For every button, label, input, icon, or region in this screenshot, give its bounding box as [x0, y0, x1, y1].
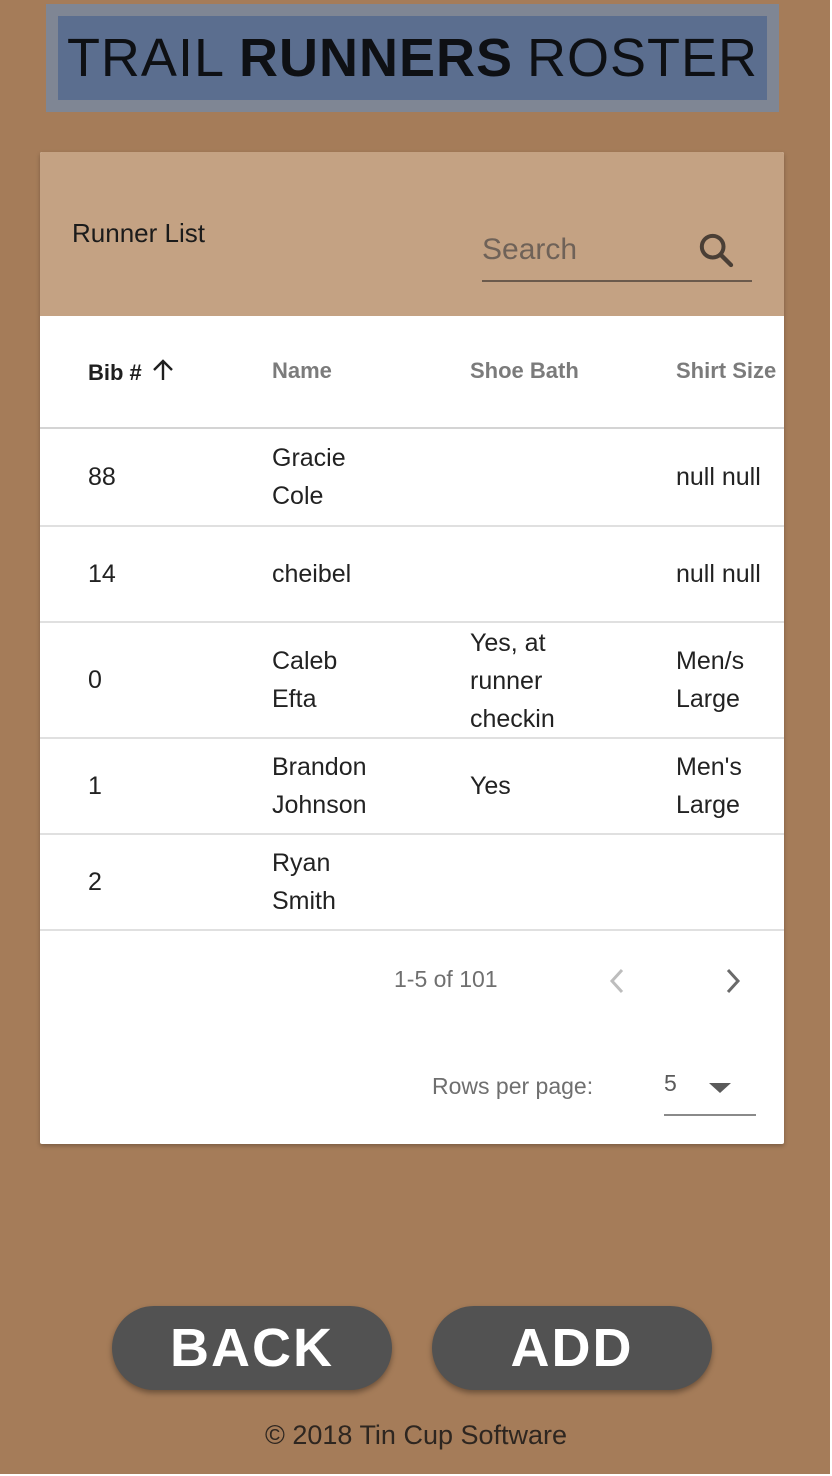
app-title: TRAIL RUNNERS ROSTER [58, 16, 767, 100]
cell-shirt-size: Men's Large [676, 748, 784, 824]
search-input[interactable] [482, 226, 692, 274]
caret-down-icon [709, 1083, 731, 1093]
arrow-up-icon [153, 359, 173, 380]
cell-line: Gracie [272, 444, 346, 472]
cell-name: cheibel [272, 560, 352, 588]
cell-shirt-size: Men/s Large [676, 642, 784, 718]
cell-line: Large [676, 685, 740, 713]
rows-per-page-select[interactable]: 5 [664, 1056, 756, 1116]
pagination: 1-5 of 101 Rows per page: 5 [40, 932, 784, 1144]
title-part-1: TRAIL [66, 28, 225, 88]
title-banner: TRAIL RUNNERS ROSTER [46, 4, 779, 112]
cell-bib: 1 [88, 772, 102, 800]
rows-per-page-value: 5 [664, 1070, 677, 1096]
title-part-3: ROSTER [527, 28, 759, 88]
runner-list-card: Runner List Bib # Name Shoe Bath Shirt S… [40, 152, 784, 1144]
runner-table: Bib # Name Shoe Bath Shirt Size 88 Graci… [40, 316, 784, 931]
table-header: Bib # Name Shoe Bath Shirt Size [40, 316, 784, 429]
cell-line: Smith [272, 887, 336, 915]
column-header-shoe-bath[interactable]: Shoe Bath [470, 358, 579, 384]
cell-bib: 14 [88, 560, 116, 588]
card-title: Runner List [72, 218, 205, 248]
rows-per-page-label: Rows per page: [432, 1073, 594, 1099]
cell-line: Johnson [272, 791, 367, 819]
table-row[interactable]: 0 Caleb Efta Yes, at runner checkin Men/… [40, 623, 784, 739]
cell-line: Yes, at [470, 629, 546, 657]
cell-bib: 88 [88, 463, 116, 491]
cell-line: Caleb [272, 647, 338, 675]
title-part-2: RUNNERS [238, 28, 514, 88]
table-row[interactable]: 1 Brandon Johnson Yes Men's Large [40, 739, 784, 835]
column-header-name[interactable]: Name [272, 358, 332, 384]
cell-line: checkin [470, 705, 555, 733]
chevron-right-icon[interactable] [722, 966, 744, 996]
cell-line: Efta [272, 685, 317, 713]
cell-name: Ryan Smith [272, 844, 422, 920]
cell-bib: 2 [88, 868, 102, 896]
search-field[interactable] [482, 226, 752, 282]
cell-line: Men's [676, 753, 742, 781]
cell-shoe-bath: Yes, at runner checkin [470, 624, 640, 738]
cell-shirt-size: null null [676, 463, 761, 491]
table-row[interactable]: 14 cheibel null null [40, 527, 784, 623]
chevron-left-icon[interactable] [606, 966, 628, 996]
cell-line: Large [676, 791, 740, 819]
cell-shirt-size: null null [676, 560, 761, 588]
cell-line: Brandon [272, 753, 367, 781]
cell-line: Ryan [272, 849, 331, 877]
column-header-shirt-size[interactable]: Shirt Size [676, 358, 776, 384]
cell-line: Men/s [676, 647, 745, 675]
pagination-range: 1-5 of 101 [394, 966, 498, 992]
table-row[interactable]: 2 Ryan Smith [40, 835, 784, 931]
search-icon[interactable] [696, 230, 736, 270]
add-button[interactable]: ADD [432, 1306, 712, 1390]
table-row[interactable]: 88 Gracie Cole null null [40, 429, 784, 527]
cell-line: runner [470, 667, 543, 695]
cell-line: Cole [272, 482, 324, 510]
back-button[interactable]: BACK [112, 1306, 392, 1390]
card-toolbar: Runner List [40, 152, 784, 316]
cell-name: Brandon Johnson [272, 748, 422, 824]
cell-name: Caleb Efta [272, 642, 422, 718]
footer-copyright: © 2018 Tin Cup Software [264, 1420, 568, 1450]
column-header-label: Bib # [88, 360, 142, 385]
cell-shoe-bath: Yes [470, 772, 511, 800]
cell-name: Gracie Cole [272, 439, 422, 515]
column-header-bib[interactable]: Bib # [88, 358, 174, 386]
cell-bib: 0 [88, 666, 102, 694]
